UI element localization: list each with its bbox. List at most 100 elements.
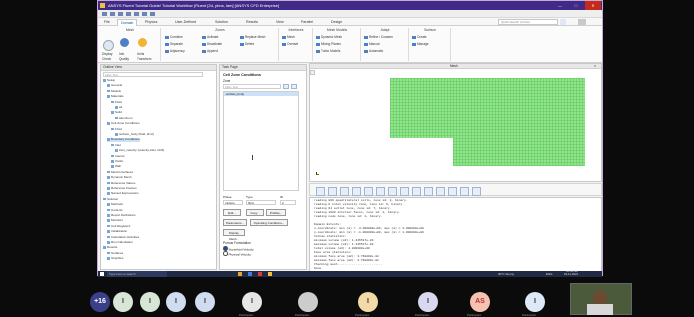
participant-avatar[interactable]: AS — [470, 292, 490, 312]
ribbon-create-button[interactable]: Create — [412, 35, 427, 39]
ribbon-quality-button[interactable]: Quality — [119, 57, 129, 61]
save-icon[interactable] — [118, 12, 123, 16]
ribbon-overset-button[interactable]: Overset — [282, 42, 298, 46]
outline-filter-input[interactable]: Filter Text — [103, 72, 203, 77]
id-field[interactable]: 2 — [280, 200, 296, 205]
zoom-in-icon[interactable] — [340, 187, 349, 196]
graphics-tab-mesh[interactable]: Mesh — [450, 64, 458, 69]
participant-avatar[interactable]: I — [166, 292, 186, 312]
deselect-all-icon[interactable] — [291, 84, 297, 89]
orient-icon[interactable] — [424, 187, 433, 196]
ribbon-turbo-models-button[interactable]: Turbo Models — [316, 49, 340, 53]
outline-item[interactable]: air — [115, 105, 122, 110]
grid-icon[interactable] — [436, 187, 445, 196]
outline-item[interactable]: Models — [107, 89, 121, 94]
close-button[interactable]: ✕ — [585, 1, 601, 10]
operating-conditions-button[interactable]: Operating Conditions... — [250, 219, 288, 226]
participant-avatar[interactable]: I — [195, 292, 215, 312]
search-icon[interactable] — [560, 19, 566, 25]
tab-view[interactable]: View — [273, 19, 287, 25]
outline-item[interactable]: Solution — [103, 197, 118, 202]
maximize-button[interactable]: □ — [569, 1, 583, 10]
outline-item[interactable]: Interior — [111, 154, 125, 159]
taskbar-search-input[interactable]: Type here to search — [107, 271, 167, 277]
console-panel[interactable]: reading 809 quadrilateral cells, zone id… — [309, 197, 602, 273]
pan-icon[interactable] — [316, 187, 325, 196]
ribbon-units-button[interactable]: Units — [137, 52, 144, 56]
outline-item[interactable]: Calculation Activities — [107, 235, 139, 240]
outline-item[interactable]: Methods — [107, 202, 123, 207]
ribbon-combine-button[interactable]: Combine — [165, 35, 183, 39]
participant-avatar[interactable]: I — [242, 292, 262, 312]
rotate-icon[interactable] — [328, 187, 337, 196]
display-mesh-button[interactable]: Display Mesh... — [223, 229, 245, 241]
probe-icon[interactable] — [388, 187, 397, 196]
fluent-taskbar-icon[interactable] — [268, 272, 272, 276]
edit-button[interactable]: Edit... — [223, 209, 241, 216]
ribbon-manage-button[interactable]: Manage — [412, 42, 429, 46]
tab-solution[interactable]: Solution — [212, 19, 231, 25]
outline-item[interactable]: Mesh Interfaces — [107, 170, 133, 175]
outline-item[interactable]: Dynamic Mesh — [107, 175, 131, 180]
ribbon-display-button[interactable]: Display — [102, 52, 112, 56]
type-select[interactable]: fluid — [246, 200, 276, 205]
ribbon-delete-button[interactable]: Delete — [240, 42, 254, 46]
video-tile[interactable] — [570, 283, 632, 315]
info-icon[interactable] — [120, 38, 129, 47]
outline-item[interactable]: Cell Registers — [107, 224, 130, 229]
tab-design[interactable]: Design — [328, 19, 345, 25]
outline-item[interactable]: Run Calculation — [107, 240, 133, 245]
participant-avatar[interactable]: I — [358, 292, 378, 312]
ribbon-append-button[interactable]: Append — [202, 49, 218, 53]
tab-results[interactable]: Results — [243, 19, 261, 25]
units-icon[interactable] — [138, 38, 147, 47]
open-icon[interactable] — [110, 12, 115, 16]
outline-item[interactable]: Reference Frames — [107, 186, 137, 191]
outline-item[interactable]: Monitors — [107, 219, 123, 223]
tab-file[interactable]: File — [101, 19, 113, 25]
tab-parallel[interactable]: Parallel — [298, 19, 316, 25]
outline-item[interactable]: aluminum — [115, 116, 132, 121]
outline-item[interactable]: Boundary Conditions — [107, 138, 140, 143]
weather-widget[interactable]: 30°C Sunny — [498, 271, 514, 277]
redo-icon[interactable] — [134, 12, 139, 16]
physical-velocity-radio[interactable]: Physical Velocity — [223, 251, 251, 257]
participant-avatar[interactable]: I — [113, 292, 133, 312]
ribbon-check-button[interactable]: Check — [102, 57, 111, 61]
new-icon[interactable] — [102, 12, 107, 16]
undo-icon[interactable] — [126, 12, 131, 16]
participant-avatar[interactable] — [298, 292, 318, 312]
ribbon-separate-button[interactable]: Separate — [165, 42, 183, 46]
pdf-icon[interactable] — [258, 272, 262, 276]
outline-item[interactable]: General — [107, 84, 122, 88]
tab-user-defined[interactable]: User-Defined — [172, 19, 199, 25]
outline-item[interactable]: Wall — [111, 165, 121, 169]
fit-icon[interactable] — [364, 187, 373, 196]
outline-item[interactable]: Outlet — [111, 159, 123, 164]
outline-item[interactable]: Solid — [111, 111, 122, 115]
outline-item[interactable]: inlet_velocity (velocity-inlet, id=6) — [115, 148, 164, 153]
participant-avatar[interactable]: +16 — [90, 292, 110, 312]
windows-start-icon[interactable] — [100, 272, 104, 276]
select-icon[interactable] — [376, 187, 385, 196]
outline-item[interactable]: Fluid — [111, 127, 122, 132]
ruler-icon[interactable] — [400, 187, 409, 196]
ribbon-manual-button[interactable]: Manual — [364, 42, 379, 46]
outline-item[interactable]: Surfaces — [107, 251, 123, 256]
ribbon-dynamic-mesh-button[interactable]: Dynamic Mesh — [316, 35, 342, 39]
tab-domain[interactable]: Domain — [117, 19, 138, 26]
outline-item[interactable]: Setup — [103, 78, 115, 83]
ribbon-info-button[interactable]: Info — [119, 52, 124, 56]
display-mesh-icon[interactable] — [103, 40, 114, 51]
phase-select[interactable]: mixture — [223, 200, 243, 205]
parameters-button[interactable]: Parameters... — [223, 219, 247, 226]
tab-physics[interactable]: Physics — [142, 19, 160, 25]
participant-avatar[interactable]: I — [418, 292, 438, 312]
view-icon[interactable] — [412, 187, 421, 196]
ribbon-activate-button[interactable]: Activate — [202, 35, 218, 39]
outline-item[interactable]: Results — [103, 246, 117, 250]
outline-item[interactable]: Reference Values — [107, 181, 135, 186]
participant-avatar[interactable]: I — [140, 292, 160, 312]
ribbon-deactivate-button[interactable]: Deactivate — [202, 42, 222, 46]
light-icon[interactable] — [448, 187, 457, 196]
